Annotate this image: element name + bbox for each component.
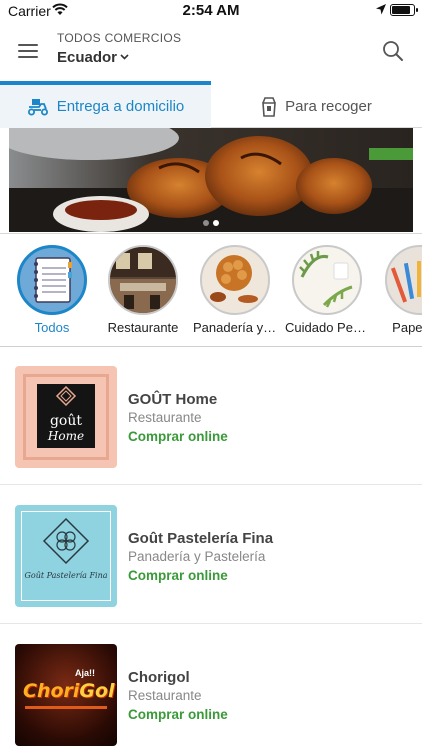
buy-online-link[interactable]: Comprar online [128, 429, 228, 444]
notebook-icon [34, 257, 72, 303]
category-label: Panadería y Pastelería [193, 320, 279, 335]
shopping-bag-icon [262, 96, 277, 117]
category-label: Cuidado Personal [285, 320, 371, 335]
store-category: Restaurante [128, 688, 202, 703]
buy-online-link[interactable]: Comprar online [128, 568, 228, 583]
category-image [200, 245, 270, 315]
category-restaurante[interactable]: Restaurante [99, 240, 187, 335]
tab-delivery[interactable]: Entrega a domicilio [0, 81, 211, 128]
category-image [17, 245, 87, 315]
hamburger-menu-icon[interactable] [18, 44, 38, 58]
search-icon[interactable] [382, 40, 404, 62]
logo-text: Chori [23, 680, 80, 702]
divider [0, 233, 422, 234]
delivery-scooter-icon [27, 98, 48, 115]
category-label: Restaurante [107, 320, 179, 335]
store-category: Panadería y Pastelería [128, 549, 266, 564]
logo-text: Home [47, 429, 85, 443]
category-papeleria[interactable]: Papelería [376, 240, 422, 335]
battery-icon [390, 4, 418, 16]
category-image [292, 245, 362, 315]
tab-pickup-label: Para recoger [285, 98, 372, 115]
chevron-down-icon [120, 54, 129, 60]
buy-online-link[interactable]: Comprar online [128, 707, 228, 722]
header-subtitle: TODOS COMERCIOS [57, 31, 182, 45]
store-item-gout-home[interactable]: goût Home GOÛT Home Restaurante Comprar … [0, 347, 422, 485]
logo-text: Goût Pastelería Fina [24, 571, 108, 580]
diamond-logo-icon [55, 385, 77, 407]
banner-page-indicator [0, 213, 422, 231]
category-label: Todos [34, 320, 70, 335]
logo-text: goût [49, 413, 83, 429]
tab-delivery-label: Entrega a domicilio [56, 98, 185, 115]
store-logo: Aja!! ChoriGol [15, 644, 117, 746]
category-image [385, 245, 422, 315]
category-panaderia[interactable]: Panadería y Pastelería [191, 240, 279, 335]
store-category: Restaurante [128, 410, 202, 425]
store-name: Chorigol [128, 669, 190, 686]
status-time: 2:54 AM [182, 2, 240, 19]
logo-text: Gol [79, 680, 115, 702]
store-item-chorigol[interactable]: Aja!! ChoriGol Chorigol Restaurante Comp… [0, 625, 422, 750]
category-label: Papelería [392, 320, 422, 335]
location-arrow-icon [376, 4, 386, 15]
tab-pickup[interactable]: Para recoger [211, 81, 422, 128]
category-cuidado-personal[interactable]: Cuidado Personal [283, 240, 371, 335]
store-logo: goût Home [15, 366, 117, 468]
diamond-logo-icon [42, 517, 90, 565]
country-selector[interactable]: Ecuador [57, 49, 129, 66]
bread-icon [210, 255, 258, 303]
restaurant-photo-icon [110, 247, 176, 313]
store-item-gout-pasteleria[interactable]: Goût Pastelería Fina Goût Pastelería Fin… [0, 486, 422, 624]
category-image [108, 245, 178, 315]
store-name: Goût Pastelería Fina [128, 530, 274, 547]
logo-text: Aja!! [75, 668, 95, 678]
page-dot-active [213, 220, 219, 226]
store-name: GOÛT Home [128, 391, 218, 408]
store-logo: Goût Pastelería Fina [15, 505, 117, 607]
stationery-icon [390, 261, 421, 303]
category-carousel: Todos Restaurante Panadería y P Cuidado … [0, 240, 422, 338]
page-dot [203, 220, 209, 226]
delivery-mode-tabs: Entrega a domicilio Para recoger [0, 81, 422, 128]
country-label: Ecuador [57, 49, 118, 66]
category-todos[interactable]: Todos [8, 240, 96, 335]
leaf-icon [299, 251, 353, 308]
status-bar: Carrier 2:54 AM [0, 0, 422, 22]
app-header: TODOS COMERCIOS Ecuador [0, 22, 422, 80]
